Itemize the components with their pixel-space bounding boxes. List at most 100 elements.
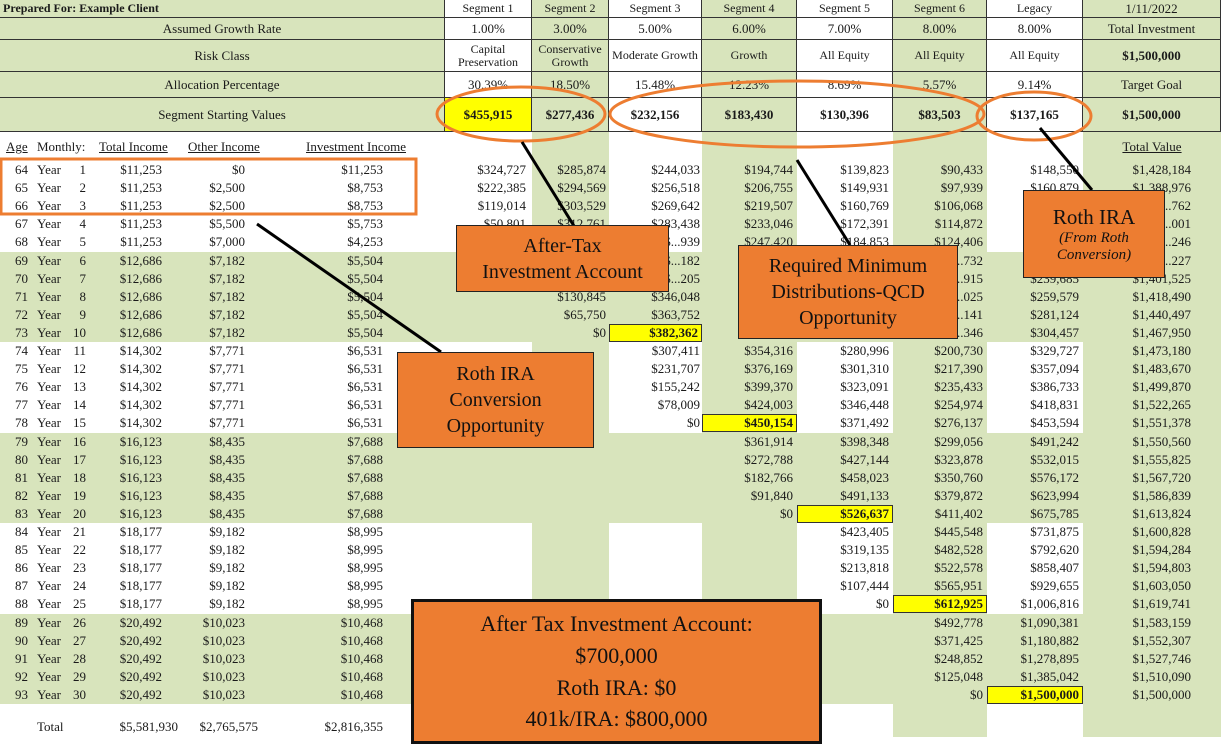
callout-line: Roth IRA: [456, 363, 535, 385]
cell-s6: $0: [970, 686, 983, 702]
cell-value: $1,594,803: [1132, 560, 1192, 576]
cell-total: $12,686: [119, 288, 162, 304]
cell-other: $7,182: [209, 306, 245, 322]
cell-value: $1,613,824: [1132, 505, 1192, 521]
segment-4-name: Segment 4: [702, 0, 797, 18]
cell-s6: $106,068: [934, 198, 983, 214]
segment-2-name: Segment 2: [532, 0, 609, 18]
cell-value: $1,583,159: [1132, 614, 1192, 630]
cell-invest: $6,531: [347, 343, 383, 358]
cell-s6: $299,056: [934, 433, 983, 449]
cell-year: Year: [37, 668, 61, 684]
cell-value: $1,619,741: [1132, 596, 1192, 612]
cell-s4: $450,154: [702, 414, 797, 433]
segment-7-growth: 8.00%: [987, 18, 1083, 40]
cell-other: $7,771: [209, 343, 245, 358]
cell-value: $1,428,184: [1132, 162, 1192, 177]
cell-s4: $361,914: [744, 433, 793, 449]
cell-invest: $8,995: [347, 578, 383, 594]
cell-total: $20,492: [119, 668, 162, 684]
cell-invest: $7,688: [347, 505, 383, 521]
segment-5-name: Segment 5: [797, 0, 893, 18]
cell-total: $14,302: [119, 343, 162, 358]
cell-invest: $10,468: [340, 650, 383, 666]
col-monthly: Monthly:: [37, 139, 86, 154]
cell-other: $10,023: [202, 686, 245, 702]
cell-legacy: $929,655: [1030, 578, 1079, 594]
cell-invest: $10,468: [340, 686, 383, 702]
cell-n: 29: [73, 668, 86, 684]
cell-s5: $526,637: [797, 504, 893, 523]
cell-invest: $7,688: [347, 433, 383, 449]
segment-3-name: Segment 3: [609, 0, 702, 18]
cell-total: $16,123: [119, 487, 162, 503]
risk-class-label: Risk Class: [0, 40, 445, 72]
segment-2-growth: 3.00%: [532, 18, 609, 40]
cell-age: 69: [15, 252, 28, 268]
col-total-value: Total Value: [1122, 139, 1182, 154]
cell-value: $1,567,720: [1132, 469, 1192, 485]
cell-n: 18: [73, 469, 86, 485]
callout-line: Required Minimum: [768, 255, 928, 277]
cell-other: $7,182: [209, 288, 245, 304]
cell-n: 30: [73, 686, 86, 702]
cell-year: Year: [37, 379, 61, 395]
cell-s3: $244,033: [651, 162, 700, 177]
cell-n: 23: [73, 560, 86, 576]
cell-value: $1,600,828: [1132, 524, 1192, 539]
cell-total: $11,253: [120, 216, 162, 232]
cell-other: $8,435: [209, 505, 245, 521]
roth-conversion-callout: Roth IRA Conversion Opportunity: [397, 352, 594, 448]
cell-year: Year: [37, 542, 61, 558]
cell-total: $18,177: [119, 524, 162, 539]
cell-n: 22: [73, 542, 86, 558]
cell-s6: $114,872: [934, 216, 983, 232]
cell-legacy: $576,172: [1030, 469, 1079, 485]
cell-s6: $254,974: [934, 397, 983, 413]
cell-invest: $5,753: [347, 216, 383, 232]
cell-invest: $5,504: [347, 324, 383, 340]
cell-age: 89: [15, 614, 28, 630]
callout-line: Opportunity: [446, 415, 545, 437]
cell-year: Year: [37, 270, 61, 286]
cell-age: 82: [15, 487, 28, 503]
cell-invest: $5,504: [347, 288, 383, 304]
cell-age: 86: [15, 560, 28, 576]
cell-invest: $10,468: [340, 632, 383, 648]
segment-5-start: $130,396: [797, 98, 893, 132]
summary-line: After Tax Investment Account:: [480, 610, 753, 636]
cell-s6: $323,878: [934, 451, 983, 467]
cell-s3: $269,642: [651, 198, 700, 214]
cell-value: $1,555,825: [1132, 451, 1192, 467]
cell-s6: $445,548: [934, 524, 983, 539]
segment-3-growth: 5.00%: [609, 18, 702, 40]
cell-total: $20,492: [119, 632, 162, 648]
cell-value: $1,551,378: [1132, 415, 1192, 431]
cell-s4: $354,316: [744, 343, 793, 358]
cell-s5: $427,144: [840, 451, 889, 467]
cell-n: 27: [73, 632, 86, 648]
cell-s4: $376,169: [744, 361, 793, 377]
cell-other: $9,182: [209, 578, 245, 594]
cell-legacy: $1,180,882: [1020, 632, 1080, 648]
cell-other: $7,182: [209, 324, 245, 340]
cell-s5: $160,769: [840, 198, 889, 214]
cell-total: $12,686: [119, 252, 162, 268]
cell-other: $8,435: [209, 451, 245, 467]
cell-invest: $10,468: [340, 614, 383, 630]
totals-other-income: $2,765,575: [199, 719, 259, 734]
table-row: 79 Year 16 $16,123 $8,435 $7,688 $361,914 $398,…: [0, 433, 1221, 451]
cell-s5: $371,492: [840, 415, 889, 431]
cell-n: 16: [73, 433, 86, 449]
cell-year: Year: [37, 596, 61, 612]
cell-s5: $319,135: [840, 542, 889, 558]
segment-3-start: $232,156: [609, 98, 702, 132]
cell-age: 83: [15, 505, 28, 521]
cell-age: 70: [15, 270, 28, 286]
cell-s5: $172,391: [840, 216, 889, 232]
table-row: 84 Year 21 $18,177 $9,182 $8,995 $423,405 $445,…: [0, 523, 1221, 541]
segment-2-allocation: 18.50%: [532, 72, 609, 98]
cell-other: $7,771: [209, 361, 245, 377]
target-goal-label: Target Goal: [1083, 72, 1221, 98]
cell-year: Year: [37, 505, 61, 521]
